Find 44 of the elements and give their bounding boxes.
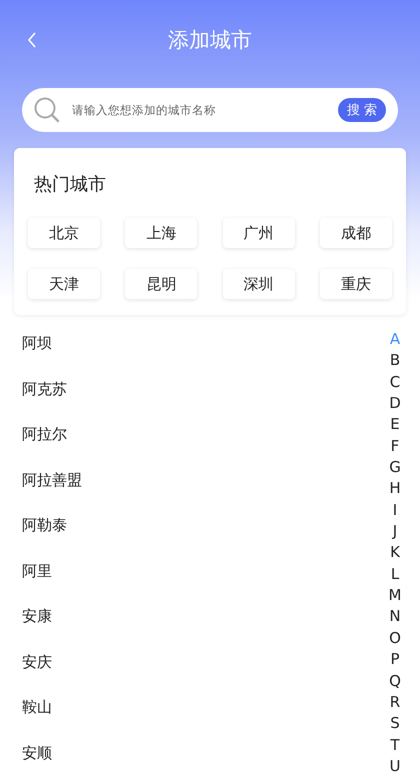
city-chip[interactable]: 广州 — [222, 218, 295, 248]
back-icon[interactable] — [27, 32, 37, 48]
index-letter[interactable]: K — [390, 542, 400, 564]
city-chip[interactable]: 昆明 — [125, 269, 198, 299]
city-item[interactable]: 阿克苏 — [0, 366, 380, 412]
index-letter[interactable]: I — [392, 500, 398, 522]
index-letter[interactable]: D — [389, 393, 401, 414]
index-letter[interactable]: O — [389, 628, 401, 650]
index-letter[interactable]: E — [390, 414, 400, 436]
index-letter[interactable]: N — [389, 606, 401, 628]
city-item[interactable]: 鞍山 — [0, 685, 380, 730]
index-letter[interactable]: H — [389, 478, 401, 500]
city-item[interactable]: 阿勒泰 — [0, 503, 380, 548]
search-icon — [34, 97, 60, 123]
search-button[interactable]: 搜 索 — [338, 98, 386, 122]
index-letter[interactable]: B — [390, 350, 400, 372]
index-letter[interactable]: L — [390, 564, 400, 586]
city-item[interactable]: 阿拉尔 — [0, 412, 380, 458]
index-letter[interactable]: J — [392, 521, 398, 542]
index-letter[interactable]: M — [388, 585, 402, 606]
index-letter[interactable]: U — [390, 756, 400, 778]
city-item[interactable]: 安康 — [0, 594, 380, 640]
city-chip[interactable]: 北京 — [28, 218, 100, 248]
index-letter[interactable]: Q — [389, 670, 401, 692]
section-title: 热门城市 — [34, 173, 107, 196]
index-letter[interactable]: S — [390, 713, 400, 735]
city-item[interactable]: 安顺 — [0, 730, 380, 776]
page-title: 添加城市 — [168, 27, 252, 54]
city-item[interactable]: 阿里 — [0, 548, 380, 594]
index-letter[interactable]: C — [390, 372, 400, 394]
city-chip[interactable]: 成都 — [320, 218, 392, 248]
city-item[interactable]: 安庆 — [0, 640, 380, 685]
index-letter[interactable]: P — [390, 649, 400, 670]
index-letter[interactable]: R — [390, 692, 400, 714]
index-letter[interactable]: G — [389, 457, 401, 478]
city-item[interactable]: 阿坝 — [0, 321, 380, 366]
city-chip[interactable]: 重庆 — [320, 269, 392, 299]
city-chip[interactable]: 天津 — [28, 269, 100, 299]
city-chip[interactable]: 深圳 — [222, 269, 295, 299]
city-item[interactable]: 阿拉善盟 — [0, 458, 380, 503]
city-chip[interactable]: 上海 — [125, 218, 198, 248]
search-field[interactable]: 请输入您想添加的城市名称 搜 索 — [22, 88, 398, 132]
index-letter[interactable]: F — [390, 436, 400, 458]
index-letter[interactable]: T — [390, 734, 400, 756]
